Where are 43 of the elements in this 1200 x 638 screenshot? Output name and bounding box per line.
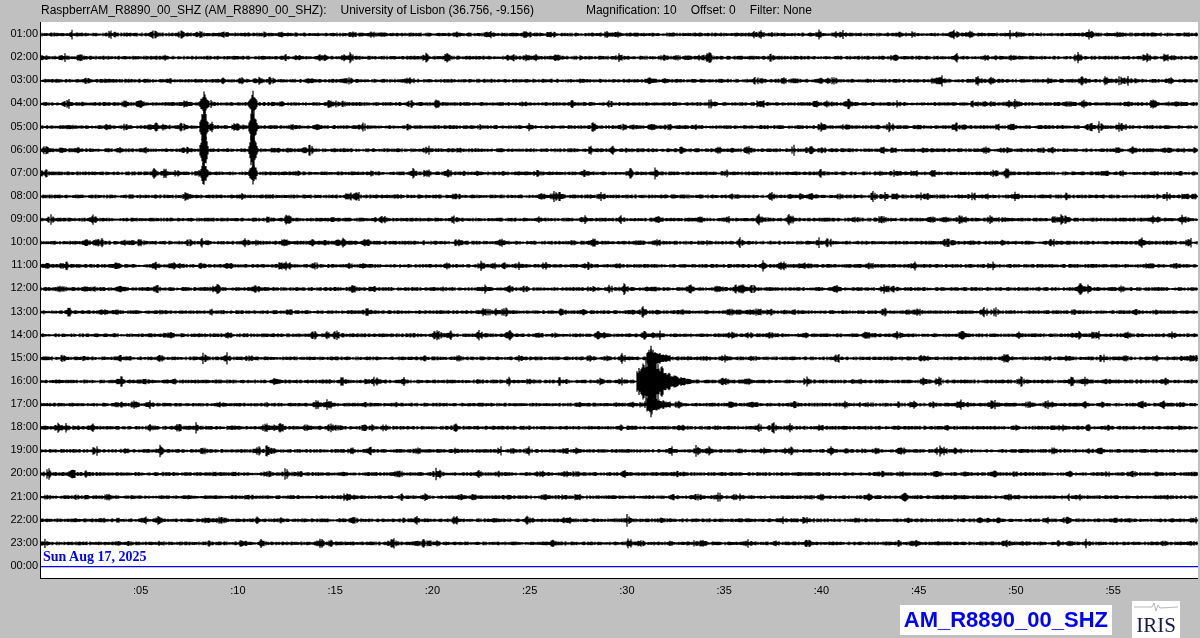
hour-label: 06:00	[9, 141, 39, 157]
offset-text: Offset: 0	[690, 3, 736, 17]
hour-label: 05:00	[9, 118, 39, 134]
date-label: Sun Aug 17, 2025	[43, 549, 147, 565]
station-title: RaspberrAM_R8890_00_SHZ (AM_R8890_00_SHZ):	[41, 3, 327, 17]
hour-label: 15:00	[9, 349, 39, 365]
minute-tick-label: :15	[327, 584, 343, 596]
minute-tick-label: :40	[813, 584, 829, 596]
minute-tick-label: :10	[230, 584, 246, 596]
hour-label: 11:00	[10, 257, 39, 273]
station-label: AM_R8890_00_SHZ	[899, 605, 1112, 635]
hour-label: 01:00	[9, 26, 39, 41]
magnification-text: Magnification: 10	[585, 3, 677, 17]
hour-label: 21:00	[9, 488, 39, 504]
hour-label: 17:00	[9, 396, 39, 411]
minute-tick-label: :20	[424, 584, 440, 596]
minute-tick-label: :50	[1008, 584, 1024, 596]
hour-label: 20:00	[9, 465, 39, 481]
minute-tick-label: :55	[1105, 584, 1121, 596]
hour-label: 09:00	[9, 211, 39, 226]
location-text: University of Lisbon (36.756, -9.156)	[340, 3, 534, 17]
minute-tick-label: :30	[619, 584, 635, 596]
minute-tick-label: :45	[910, 584, 927, 596]
minute-tick-label: :05	[132, 584, 149, 596]
hour-label: 00:00	[9, 557, 39, 573]
hour-label: 04:00	[9, 95, 39, 111]
hour-label: 02:00	[9, 49, 39, 65]
hour-label: 07:00	[9, 164, 39, 180]
hour-label: 08:00	[9, 187, 39, 203]
hour-label: 12:00	[9, 280, 39, 296]
hour-label: 10:00	[9, 234, 39, 250]
iris-logo: IRIS	[1132, 601, 1180, 638]
hour-label: 19:00	[9, 442, 39, 458]
hour-label: 16:00	[9, 372, 39, 388]
hour-label: 14:00	[9, 326, 39, 342]
hour-label: 22:00	[9, 511, 39, 527]
hour-label: 03:00	[9, 72, 39, 88]
hour-label: 18:00	[9, 419, 39, 435]
filter-text: Filter: None	[749, 3, 812, 17]
hour-label: 23:00	[9, 534, 39, 550]
minute-tick-label: :25	[521, 584, 538, 596]
hour-label: 13:00	[9, 303, 39, 319]
minute-tick-label: :35	[716, 584, 732, 596]
